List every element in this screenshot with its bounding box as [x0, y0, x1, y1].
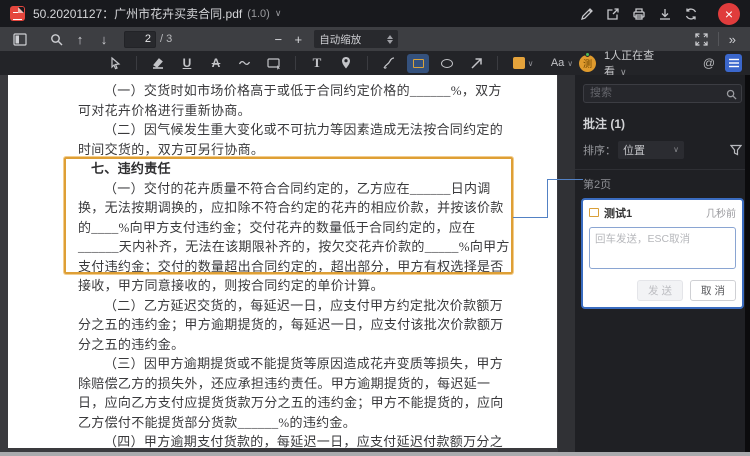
comment-card[interactable]: 测试1 几秒前 发送 取消 [581, 197, 744, 309]
contract-paragraph: （二）乙方延迟交货的，每延迟一日，应支付甲方约定批次价款额万分之五的违约金；甲方… [78, 297, 504, 352]
color-swatch-orange [512, 57, 525, 69]
next-page-icon[interactable]: ↓ [92, 29, 116, 49]
close-button[interactable]: × [718, 2, 740, 25]
aa-icon: Aa [550, 57, 565, 69]
highlight-tool[interactable] [147, 54, 169, 73]
search-document-icon[interactable] [44, 29, 68, 49]
annotation-list-button[interactable] [725, 54, 742, 72]
select-annotation-tool[interactable] [104, 54, 126, 73]
zoom-in-icon[interactable]: + [288, 32, 308, 47]
pen-draw-tool[interactable] [378, 54, 400, 73]
zoom-stepper-icon [387, 34, 394, 44]
contract-paragraph-annotated: （一）交付的花卉质量不符合合同约定的，乙方应在______日内调换，无法按期调换… [78, 180, 510, 294]
sort-value: 位置 [623, 144, 645, 157]
ellipse-icon [441, 58, 453, 68]
fullscreen-icon[interactable] [690, 29, 714, 49]
comment-connector-line [547, 179, 583, 180]
page-number-input[interactable] [124, 30, 156, 48]
contract-paragraph: （三）因甲方逾期提货或不能提货等原因造成花卉变质等损失，甲方除赔偿乙方的损失外，… [78, 356, 504, 430]
share-icon[interactable] [600, 4, 626, 24]
viewer-avatar[interactable]: 测 [579, 51, 596, 72]
font-style-picker[interactable]: Aa ∨ [545, 54, 579, 73]
comment-reply-input[interactable] [589, 226, 736, 269]
edit-pencil-icon[interactable] [574, 4, 600, 24]
contract-section-heading: 七、违约责任 [91, 161, 171, 176]
pdf-page: （一）交货时如市场价格高于或低于合同约定价格的______%，双方可对花卉价格进… [8, 75, 557, 449]
scroll-gutter[interactable] [558, 75, 575, 452]
panel-scrollbar[interactable] [745, 75, 750, 452]
ellipse-tool[interactable] [436, 54, 458, 73]
sort-label: 排序： [583, 144, 616, 157]
text-tool[interactable]: T [306, 54, 328, 73]
annotation-search-input[interactable] [583, 83, 742, 103]
sort-chevron-down-icon: ∨ [673, 145, 679, 154]
comment-connector-line [547, 179, 548, 218]
horizontal-scrollbar-track[interactable] [0, 452, 750, 456]
rectangle-icon [412, 58, 424, 68]
document-version: (1.0) [247, 7, 270, 20]
title-bar: 50.20201127：广州市花卉买卖合同.pdf (1.0) ∨ × [0, 0, 750, 27]
search-icon [726, 87, 737, 105]
annotations-heading: 批注 (1) [583, 116, 626, 131]
squiggly-underline-tool[interactable] [234, 54, 256, 73]
download-icon[interactable] [652, 4, 678, 24]
comment-author: 测试1 [604, 207, 633, 220]
document-title: 50.20201127：广州市花卉买卖合同.pdf [33, 7, 243, 21]
annotations-panel: 批注 (1) 排序： 位置 ∨ 第2页 测试1 几秒前 [575, 75, 750, 452]
panel-divider [575, 168, 750, 170]
note-comment-tool[interactable] [263, 54, 285, 73]
color-chevron-down-icon: ∨ [527, 58, 534, 68]
online-presence-dot [585, 51, 590, 57]
font-chevron-down-icon: ∨ [567, 58, 574, 68]
title-chevron-down-icon[interactable]: ∨ [275, 8, 282, 19]
send-button[interactable]: 发送 [637, 279, 683, 301]
contract-paragraph: （一）交货时如市场价格高于或低于合同约定价格的______%，双方可对花卉价格进… [78, 83, 502, 118]
annotation-color-picker[interactable]: ∨ [508, 54, 538, 73]
comment-connector-line [513, 217, 547, 218]
document-viewer[interactable]: （一）交货时如市场价格高于或低于合同约定价格的______%，双方可对花卉价格进… [0, 75, 558, 452]
sort-select[interactable]: 位置 ∨ [618, 140, 684, 159]
zoom-out-icon[interactable]: − [268, 32, 288, 47]
rectangle-annotation-type-icon [589, 208, 599, 217]
arrow-tool[interactable] [465, 54, 487, 73]
page-section-label: 第2页 [583, 178, 612, 191]
pin-comment-tool[interactable] [335, 54, 357, 73]
filter-funnel-icon[interactable] [730, 144, 742, 156]
rectangle-tool-selected[interactable] [407, 53, 429, 73]
page-total-label: / 3 [160, 33, 173, 45]
zoom-mode-value: 自动缩放 [319, 33, 362, 46]
cancel-button[interactable]: 取消 [690, 279, 736, 301]
sync-icon[interactable] [678, 4, 704, 24]
main-area: （一）交货时如市场价格高于或低于合同约定价格的______%，双方可对花卉价格进… [0, 75, 750, 452]
comment-timestamp: 几秒前 [706, 209, 736, 220]
strikethrough-tool[interactable]: A [205, 54, 227, 73]
pdf-file-icon [10, 6, 25, 21]
zoom-mode-select[interactable]: 自动缩放 [314, 30, 399, 48]
more-tools-chevrons-icon[interactable]: » [723, 32, 742, 47]
contract-paragraph: （四）甲方逾期支付货款的，每延迟一日，应支付延迟付款额万分之五的违约金。 [104, 434, 504, 449]
annotation-toolbar: U A T ∨ Aa ∨ 测 1人正在查看 ∨ @ [0, 50, 750, 78]
mention-at-icon[interactable]: @ [703, 56, 715, 70]
contract-paragraph: （二）因气候发生重大变化或不可抗力等因素造成无法按合同约定的时间交货的，双方可另… [78, 122, 504, 157]
print-icon[interactable] [626, 4, 652, 24]
previous-page-icon[interactable]: ↑ [68, 29, 92, 49]
underline-tool[interactable]: U [176, 54, 198, 73]
pdf-viewer-window: 50.20201127：广州市花卉买卖合同.pdf (1.0) ∨ × ↑ ↓ [0, 0, 750, 456]
sidebar-toggle-icon[interactable] [8, 29, 32, 49]
